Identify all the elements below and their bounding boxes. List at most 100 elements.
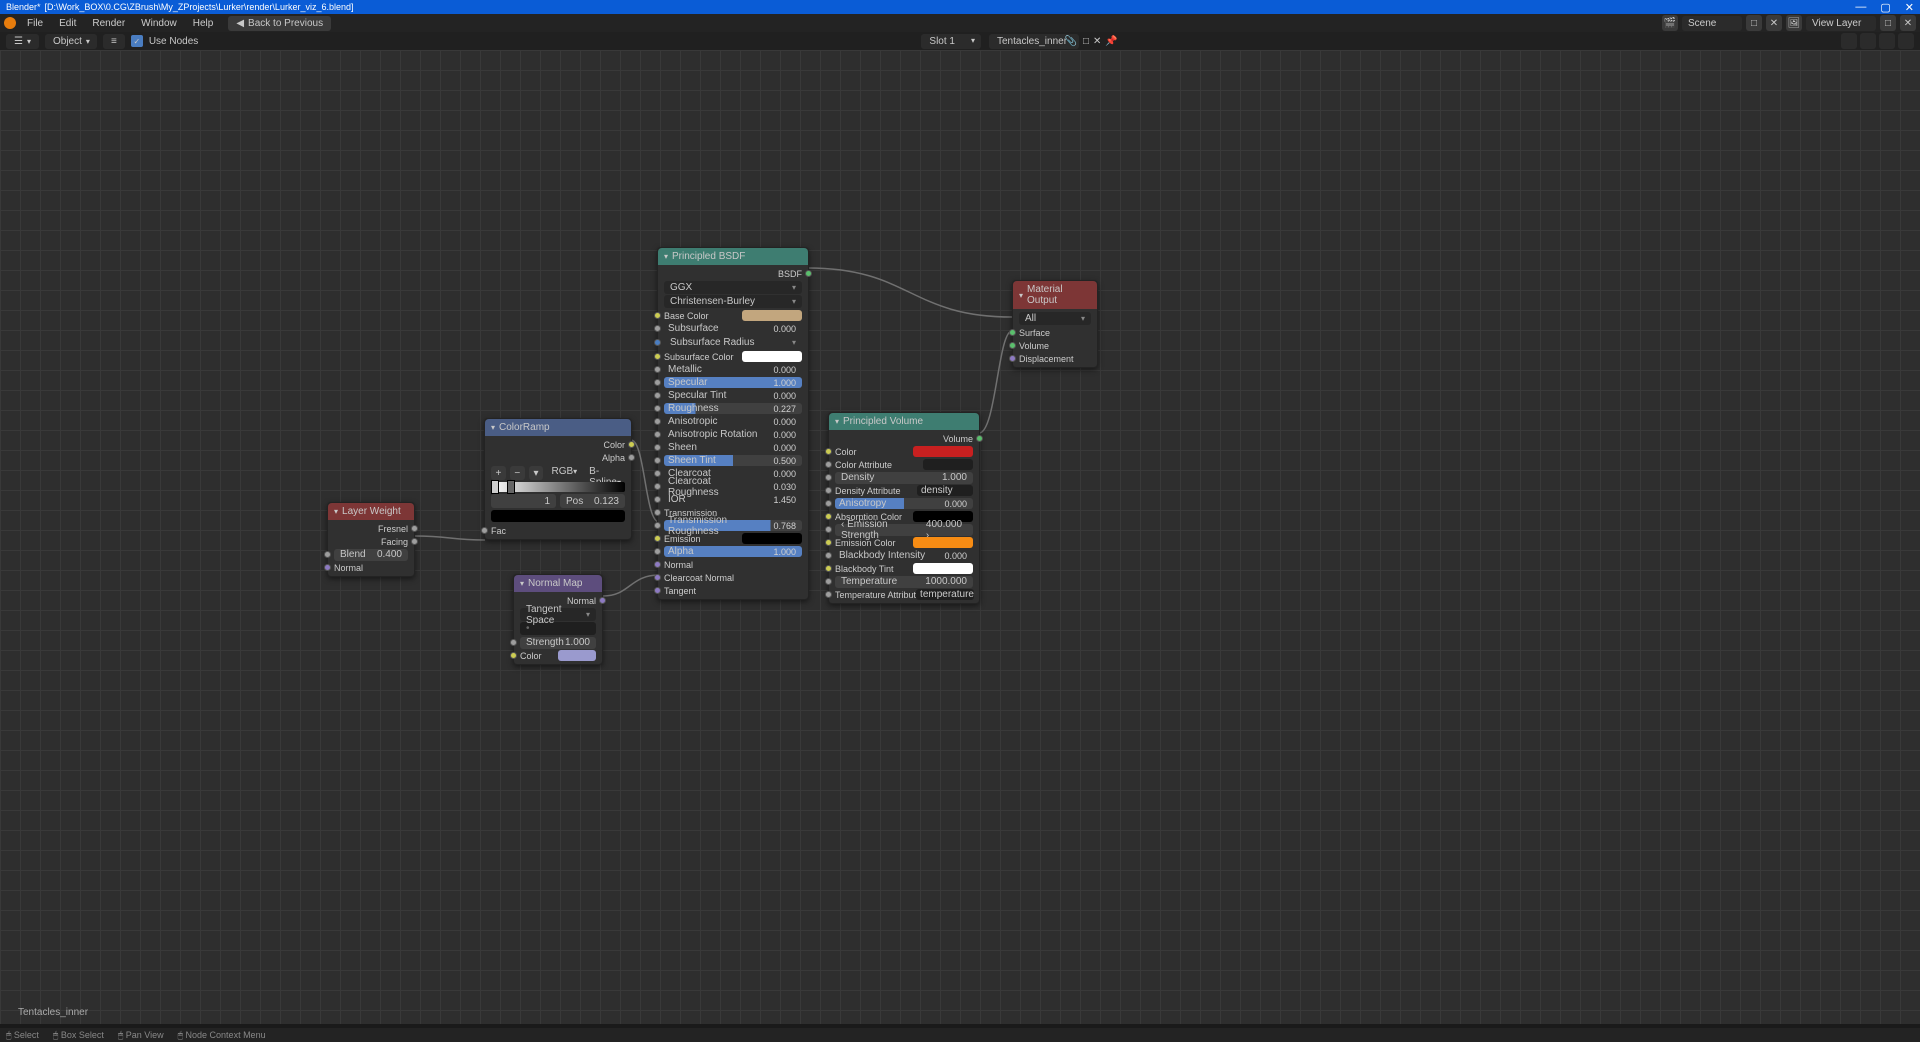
distribution-dropdown[interactable]: GGX▾ xyxy=(664,281,802,294)
input-strength[interactable]: Strength1.000 xyxy=(514,636,602,649)
node-color-ramp[interactable]: ▾ ColorRamp Color Alpha + − ▾ RGB▾ B-Spl… xyxy=(484,418,632,540)
ramp-tools-dropdown[interactable]: ▾ xyxy=(529,466,544,480)
minimize-button[interactable]: — xyxy=(1855,1,1866,14)
material-new-button[interactable]: □ xyxy=(1083,36,1089,47)
input-density-attribute[interactable]: Density Attribute density xyxy=(829,484,979,497)
input-color[interactable]: Color xyxy=(514,649,602,662)
toolbar-icon-3[interactable] xyxy=(1879,33,1895,49)
space-dropdown[interactable]: Tangent Space▾ xyxy=(520,608,596,621)
collapse-icon[interactable]: ▾ xyxy=(520,579,524,588)
node-header[interactable]: ▾ Layer Weight xyxy=(328,503,414,520)
use-nodes-checkbox[interactable]: ✓ xyxy=(131,35,143,47)
input-subsurface-radius[interactable]: Subsurface Radius▾ xyxy=(664,336,802,349)
socket-out[interactable] xyxy=(411,538,418,545)
input-emission-strength[interactable]: ‹ Emission Strength400.000 › xyxy=(829,523,979,536)
input-emission[interactable]: Emission xyxy=(658,532,808,545)
viewlayer-icon[interactable]: 🖼 xyxy=(1786,15,1802,31)
input-specular-tint[interactable]: Specular Tint0.000 xyxy=(658,389,808,402)
collapse-icon[interactable]: ▾ xyxy=(334,507,338,516)
color-swatch[interactable] xyxy=(558,650,596,661)
input-transmission-roughness[interactable]: Transmission Roughness0.768 xyxy=(658,519,808,532)
ramp-stop-index[interactable]: 1 xyxy=(491,494,556,508)
socket-out[interactable] xyxy=(628,441,635,448)
input-base-color[interactable]: Base Color xyxy=(658,309,808,322)
socket-out[interactable] xyxy=(411,525,418,532)
menu-help[interactable]: Help xyxy=(186,16,221,31)
material-pin-button[interactable]: 📌 xyxy=(1105,36,1117,47)
vol-color-swatch[interactable] xyxy=(913,446,973,457)
viewlayer-delete-button[interactable]: ✕ xyxy=(1900,15,1916,31)
input-blackbody-intensity[interactable]: Blackbody Intensity0.000 xyxy=(829,549,979,562)
ramp-gradient[interactable] xyxy=(491,482,625,492)
collapse-icon[interactable]: ▾ xyxy=(664,252,668,261)
slot-dropdown[interactable]: Slot 1 ▾ xyxy=(921,34,981,49)
input-color-attribute[interactable]: Color Attribute xyxy=(829,458,979,471)
ramp-stop-1[interactable] xyxy=(507,480,515,494)
menu-render[interactable]: Render xyxy=(85,16,132,31)
input-anisotropic-rotation[interactable]: Anisotropic Rotation0.000 xyxy=(658,428,808,441)
ramp-interp-dropdown[interactable]: B-Spline▾ xyxy=(585,466,625,480)
input-subsurface[interactable]: Subsurface0.000 xyxy=(658,322,808,335)
scene-new-button[interactable]: □ xyxy=(1746,15,1762,31)
collapse-icon[interactable]: ▾ xyxy=(491,423,495,432)
input-blend[interactable]: Blend0.400 xyxy=(328,548,414,561)
mode-dropdown[interactable]: Object▾ xyxy=(45,34,97,49)
node-normal-map[interactable]: ▾ Normal Map Normal Tangent Space▾ • Str… xyxy=(513,574,603,665)
node-header[interactable]: ▾ Principled Volume xyxy=(829,413,979,430)
input-specular[interactable]: Specular1.000 xyxy=(658,376,808,389)
ramp-stop-color[interactable] xyxy=(491,510,625,522)
node-material-output[interactable]: ▾ Material Output All▾ Surface Volume Di… xyxy=(1012,280,1098,368)
back-to-previous-button[interactable]: ◀ Back to Previous xyxy=(228,16,331,31)
ramp-stop-0[interactable] xyxy=(491,480,499,494)
toolbar-icon-4[interactable] xyxy=(1898,33,1914,49)
input-roughness[interactable]: Roughness0.227 xyxy=(658,402,808,415)
input-sheen[interactable]: Sheen0.000 xyxy=(658,441,808,454)
input-metallic[interactable]: Metallic0.000 xyxy=(658,363,808,376)
material-pin-icon[interactable]: 📎 xyxy=(1065,36,1077,47)
input-subsurface-color[interactable]: Subsurface Color xyxy=(658,350,808,363)
node-header[interactable]: ▾ Material Output xyxy=(1013,281,1097,309)
node-principled-volume[interactable]: ▾ Principled Volume Volume Color Color A… xyxy=(828,412,980,604)
input-temperature[interactable]: Temperature1000.000 xyxy=(829,575,979,588)
node-principled-bsdf[interactable]: ▾ Principled BSDF BSDF GGX▾ Christensen-… xyxy=(657,247,809,600)
editor-type-dropdown[interactable]: ☰▾ xyxy=(6,34,39,49)
node-header[interactable]: ▾ Normal Map xyxy=(514,575,602,592)
socket-in[interactable] xyxy=(324,551,331,558)
view-menu[interactable]: ≡ xyxy=(103,34,125,49)
ramp-mode-dropdown[interactable]: RGB▾ xyxy=(547,466,581,480)
input-sheen-tint[interactable]: Sheen Tint0.500 xyxy=(658,454,808,467)
node-header[interactable]: ▾ Principled BSDF xyxy=(658,248,808,265)
scene-input[interactable] xyxy=(1682,16,1742,31)
sss-method-dropdown[interactable]: Christensen-Burley▾ xyxy=(664,295,802,308)
viewlayer-input[interactable] xyxy=(1806,16,1876,31)
socket-in[interactable] xyxy=(324,564,331,571)
input-temperature-attribute[interactable]: Temperature Attribut temperature xyxy=(829,588,979,601)
scene-delete-button[interactable]: ✕ xyxy=(1766,15,1782,31)
close-button[interactable]: ✕ xyxy=(1905,1,1914,14)
socket-out[interactable] xyxy=(976,435,983,442)
input-emission-color[interactable]: Emission Color xyxy=(829,536,979,549)
base-color-swatch[interactable] xyxy=(742,310,802,321)
node-header[interactable]: ▾ ColorRamp xyxy=(485,419,631,436)
emission-swatch[interactable] xyxy=(742,533,802,544)
target-dropdown[interactable]: All▾ xyxy=(1019,312,1091,325)
input-alpha[interactable]: Alpha1.000 xyxy=(658,545,808,558)
socket-in[interactable] xyxy=(481,527,488,534)
input-clearcoat-roughness[interactable]: Clearcoat Roughness0.030 xyxy=(658,480,808,493)
socket-out[interactable] xyxy=(628,454,635,461)
node-layer-weight[interactable]: ▾ Layer Weight Fresnel Facing Blend0.400… xyxy=(327,502,415,577)
scene-icon[interactable]: 🎬 xyxy=(1662,15,1678,31)
socket-in[interactable] xyxy=(510,639,517,646)
socket-out[interactable] xyxy=(599,597,606,604)
collapse-icon[interactable]: ▾ xyxy=(835,417,839,426)
ramp-del-stop[interactable]: − xyxy=(510,466,525,480)
ramp-add-stop[interactable]: + xyxy=(491,466,506,480)
input-anisotropy[interactable]: Anisotropy0.000 xyxy=(829,497,979,510)
input-density[interactable]: Density1.000 xyxy=(829,471,979,484)
collapse-icon[interactable]: ▾ xyxy=(1019,291,1023,300)
input-blackbody-tint[interactable]: Blackbody Tint xyxy=(829,562,979,575)
node-editor-canvas[interactable]: ▾ Layer Weight Fresnel Facing Blend0.400… xyxy=(0,50,1920,1024)
subsurface-color-swatch[interactable] xyxy=(742,351,802,362)
input-color[interactable]: Color xyxy=(829,445,979,458)
toolbar-icon-2[interactable] xyxy=(1860,33,1876,49)
